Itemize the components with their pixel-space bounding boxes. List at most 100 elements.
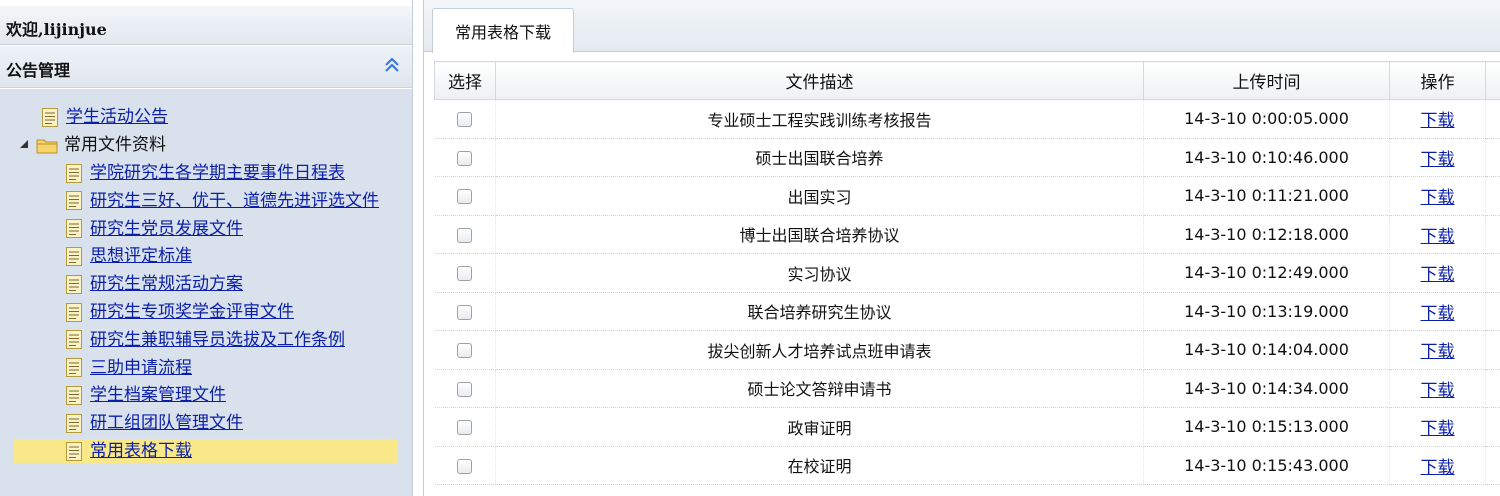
- row-description: 专业硕士工程实践训练考核报告: [495, 99, 1144, 139]
- row-upload-time: 14-3-10 0:15:43.000: [1143, 446, 1390, 485]
- download-link[interactable]: 下载: [1421, 150, 1455, 170]
- row-checkbox[interactable]: [457, 189, 473, 205]
- row-upload-time: 14-3-10 0:13:19.000: [1143, 292, 1390, 331]
- col-header-action: 操作: [1389, 61, 1486, 100]
- download-link[interactable]: 下载: [1421, 188, 1455, 208]
- row-select-cell: [434, 215, 496, 254]
- row-select-cell: [434, 99, 496, 139]
- row-upload-time: 14-3-10 0:14:04.000: [1143, 330, 1390, 370]
- row-upload-time: 14-3-10 0:00:05.000: [1143, 99, 1390, 139]
- download-link[interactable]: 下载: [1421, 419, 1455, 439]
- document-icon: [66, 191, 82, 211]
- table-row: 专业硕士工程实践训练考核报告 14-3-10 0:00:05.000 下载: [434, 99, 1500, 139]
- tree-item[interactable]: 研究生党员发展文件: [66, 217, 243, 241]
- document-icon: [42, 107, 58, 127]
- tree-folder-label: 常用文件资料: [64, 135, 166, 155]
- tree-item-label[interactable]: 学生活动公告: [66, 106, 168, 128]
- col-header-spacer: [1485, 61, 1500, 100]
- tree-folder-common-files[interactable]: 常用文件资料: [18, 133, 166, 157]
- document-icon: [66, 330, 82, 350]
- row-action-cell: 下载: [1389, 292, 1486, 331]
- download-link[interactable]: 下载: [1421, 458, 1455, 478]
- row-select-cell: [434, 253, 496, 293]
- table-row: 政审证明 14-3-10 0:15:13.000 下载: [434, 407, 1500, 447]
- document-icon: [66, 246, 82, 266]
- row-description: 在校证明: [495, 446, 1144, 485]
- document-icon: [66, 274, 82, 294]
- table-row: 出国实习 14-3-10 0:11:21.000 下载: [434, 176, 1500, 216]
- tree-item-label[interactable]: 学生档案管理文件: [90, 384, 226, 406]
- row-description: 拔尖创新人才培养试点班申请表: [495, 330, 1144, 370]
- row-description: 实习协议: [495, 253, 1144, 293]
- col-header-upload-time: 上传时间: [1143, 61, 1390, 100]
- tree-item[interactable]: 研究生兼职辅导员选拔及工作条例: [66, 328, 345, 352]
- double-chevron-up-icon[interactable]: [382, 55, 402, 75]
- download-link[interactable]: 下载: [1421, 381, 1455, 401]
- tree-item[interactable]: 思想评定标准: [66, 244, 192, 268]
- tree-item-label[interactable]: 研究生党员发展文件: [90, 218, 243, 240]
- row-checkbox[interactable]: [457, 381, 473, 397]
- row-action-cell: 下载: [1389, 407, 1486, 447]
- row-action-cell: 下载: [1389, 253, 1486, 293]
- download-link[interactable]: 下载: [1421, 342, 1455, 362]
- tree-item[interactable]: 学生档案管理文件: [66, 383, 226, 407]
- row-upload-time: 14-3-10 0:12:49.000: [1143, 253, 1390, 293]
- row-upload-time: 14-3-10 0:15:13.000: [1143, 407, 1390, 447]
- table-header-row: 选择 文件描述 上传时间 操作: [434, 61, 1500, 100]
- tree-item-label[interactable]: 研究生常规活动方案: [90, 273, 243, 295]
- row-checkbox[interactable]: [457, 112, 473, 128]
- tree-item[interactable]: 研究生专项奖学金评审文件: [66, 300, 294, 324]
- tree-item-label[interactable]: 研究生专项奖学金评审文件: [90, 301, 294, 323]
- tree-item-label[interactable]: 研究生兼职辅导员选拔及工作条例: [90, 329, 345, 351]
- row-spacer: [1485, 99, 1500, 139]
- tree-item-student-activity[interactable]: 学生活动公告: [42, 105, 168, 129]
- download-link[interactable]: 下载: [1421, 304, 1455, 324]
- tree-item[interactable]: 研工组团队管理文件: [66, 411, 243, 435]
- row-action-cell: 下载: [1389, 215, 1486, 254]
- navigation-tree: 学生活动公告 常用文件资料 学院研究生各学期主要事件日程表研究生三好、优干、道德…: [0, 89, 412, 496]
- row-select-cell: [434, 292, 496, 331]
- download-link[interactable]: 下载: [1421, 227, 1455, 247]
- row-action-cell: 下载: [1389, 138, 1486, 177]
- row-description: 政审证明: [495, 407, 1144, 447]
- row-checkbox[interactable]: [457, 150, 473, 166]
- section-title: 公告管理: [6, 61, 71, 80]
- document-icon: [66, 441, 82, 461]
- tree-item-label[interactable]: 研工组团队管理文件: [90, 412, 243, 434]
- welcome-bar: 欢迎,lijinjue: [0, 6, 412, 45]
- download-link[interactable]: 下载: [1421, 111, 1455, 131]
- tab-common-forms[interactable]: 常用表格下载: [432, 8, 574, 53]
- tree-item[interactable]: 研究生三好、优干、道德先进评选文件: [66, 189, 379, 213]
- download-link[interactable]: 下载: [1421, 265, 1455, 285]
- document-icon: [66, 385, 82, 405]
- row-checkbox[interactable]: [457, 420, 473, 436]
- tree-item-label[interactable]: 学院研究生各学期主要事件日程表: [90, 162, 345, 184]
- tree-item[interactable]: 三助申请流程: [66, 356, 192, 380]
- tree-item-label[interactable]: 研究生三好、优干、道德先进评选文件: [90, 190, 379, 212]
- row-spacer: [1485, 369, 1500, 408]
- row-description: 硕士出国联合培养: [495, 138, 1144, 177]
- row-checkbox[interactable]: [457, 458, 473, 474]
- row-upload-time: 14-3-10 0:11:21.000: [1143, 176, 1390, 216]
- right-panel: 常用表格下载 选择 文件描述 上传时间 操作 专业硕士工程实践训练考核报告 14-…: [423, 0, 1500, 496]
- row-action-cell: 下载: [1389, 176, 1486, 216]
- triangle-expanded-icon[interactable]: [18, 139, 30, 151]
- tree-item-label[interactable]: 思想评定标准: [90, 245, 192, 267]
- announcement-section-header[interactable]: 公告管理: [0, 46, 412, 88]
- table-row: 实习协议 14-3-10 0:12:49.000 下载: [434, 253, 1500, 293]
- welcome-text: 欢迎,lijinjue: [6, 20, 107, 39]
- row-checkbox[interactable]: [457, 266, 473, 282]
- tree-item[interactable]: 学院研究生各学期主要事件日程表: [66, 161, 345, 185]
- row-select-cell: [434, 369, 496, 408]
- tab-label: 常用表格下载: [454, 23, 551, 42]
- tree-item-label[interactable]: 常用表格下载: [90, 440, 192, 462]
- document-icon: [66, 358, 82, 378]
- tree-item-label[interactable]: 三助申请流程: [90, 357, 192, 379]
- row-checkbox[interactable]: [457, 304, 473, 320]
- tree-item[interactable]: 研究生常规活动方案: [66, 272, 243, 296]
- tree-item[interactable]: 常用表格下载: [14, 439, 397, 463]
- table-row: 拔尖创新人才培养试点班申请表 14-3-10 0:14:04.000 下载: [434, 330, 1500, 370]
- col-header-select: 选择: [434, 61, 496, 100]
- row-checkbox[interactable]: [457, 227, 473, 243]
- row-checkbox[interactable]: [457, 343, 473, 359]
